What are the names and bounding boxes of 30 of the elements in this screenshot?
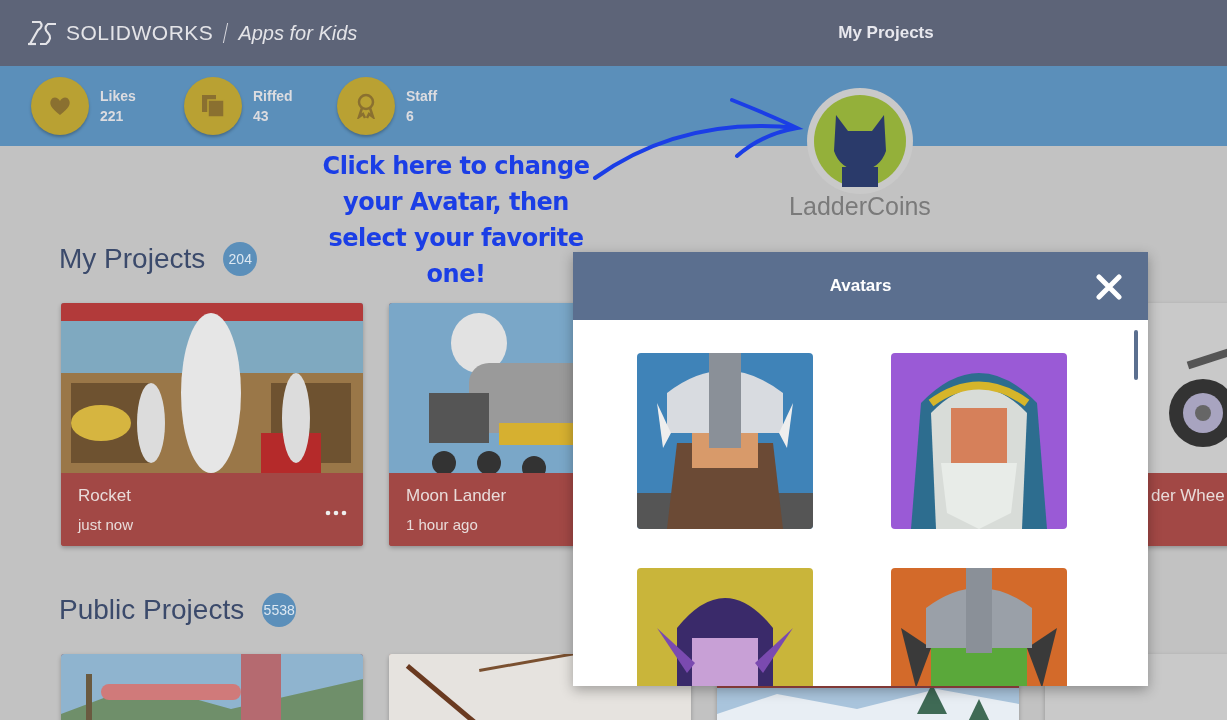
brand-name: SOLIDWORKS xyxy=(66,21,214,45)
stat-value: 221 xyxy=(100,108,125,124)
brand-subtitle: Apps for Kids xyxy=(238,21,358,45)
project-title: Rocket xyxy=(78,486,132,506)
page-title: My Projects xyxy=(837,23,935,43)
project-time: just now xyxy=(78,516,135,533)
count-badge: 5538 xyxy=(262,593,297,627)
copy-icon xyxy=(201,94,225,118)
project-time: 1 hour ago xyxy=(406,516,479,533)
stat-label: Riffed xyxy=(253,88,294,104)
section-heading: My Projects xyxy=(59,243,206,275)
count-badge: 204 xyxy=(223,242,258,276)
logo-icon xyxy=(26,20,58,46)
project-title: Moon Lander xyxy=(406,486,508,506)
username: LadderCoins xyxy=(788,192,932,221)
stat-value: 43 xyxy=(253,108,270,124)
avatar-option[interactable] xyxy=(637,353,813,529)
avatar-option[interactable] xyxy=(891,353,1067,529)
award-icon xyxy=(356,93,376,119)
project-title: der Whee xyxy=(1151,486,1226,506)
more-icon[interactable] xyxy=(325,510,347,516)
stat-label: Likes xyxy=(100,88,137,104)
cat-avatar-icon xyxy=(814,95,906,187)
stat-value: 6 xyxy=(406,108,415,124)
section-heading: Public Projects xyxy=(59,594,245,626)
annotation-text: Click here to change your Avatar, then select your favorite one! xyxy=(321,151,591,290)
heart-icon xyxy=(49,96,71,116)
close-button[interactable] xyxy=(1096,274,1122,300)
dialog-title: Avatars xyxy=(829,276,892,296)
stat-label: Staff xyxy=(406,88,439,104)
